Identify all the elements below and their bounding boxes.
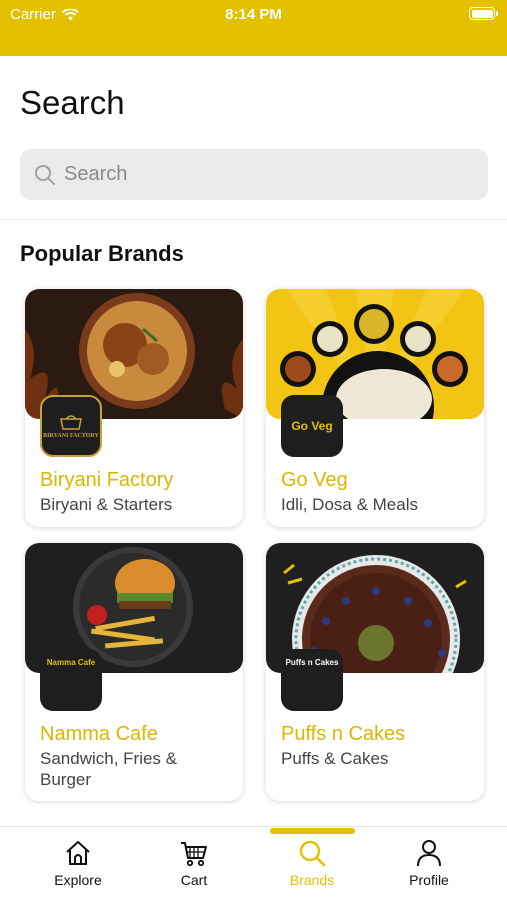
brand-logo-text: BIRYANI FACTORY [43, 433, 99, 439]
search-input[interactable] [64, 163, 464, 186]
status-bar: Carrier 8:14 PM [0, 0, 507, 56]
divider [0, 219, 507, 220]
cart-icon [181, 842, 207, 867]
brand-name: Biryani Factory [40, 469, 174, 491]
search-icon [299, 840, 326, 867]
brand-name: Go Veg [281, 469, 348, 491]
battery-icon [469, 7, 498, 20]
tab-label: Profile [409, 872, 449, 888]
brand-description: Biryani & Starters [40, 495, 173, 514]
brand-name: Namma Cafe [40, 723, 158, 745]
brand-logo: BIRYANI FACTORY [40, 395, 102, 457]
brand-description: Sandwich, Fries & Burger [40, 749, 177, 789]
brand-card-go-veg[interactable]: Go Veg Go Veg Idli, Dosa & Meals [266, 289, 484, 527]
tab-label: Brands [289, 872, 335, 888]
brand-card-puffs-n-cakes[interactable]: Puffs n Cakes Puffs n Cakes Puffs & Cake… [266, 543, 484, 801]
brand-card-namma-cafe[interactable]: Namma Cafe Namma Cafe Sandwich, Fries & … [25, 543, 243, 801]
active-tab-indicator [270, 828, 355, 834]
brand-logo: Puffs n Cakes [281, 649, 343, 711]
tab-cart[interactable]: Cart [149, 838, 239, 894]
section-title-popular-brands: Popular Brands [20, 241, 184, 266]
tab-explore[interactable]: Explore [33, 838, 123, 894]
brand-logo: Namma Cafe [40, 649, 102, 711]
tab-brands[interactable]: Brands [267, 838, 357, 894]
search-bar[interactable] [20, 149, 488, 200]
brand-card-biryani-factory[interactable]: BIRYANI FACTORY Biryani Factory Biryani … [25, 289, 243, 527]
brand-description: Idli, Dosa & Meals [281, 495, 418, 514]
tab-label: Explore [54, 872, 102, 888]
pot-icon [60, 415, 82, 430]
user-icon [417, 840, 441, 867]
tab-label: Cart [180, 872, 208, 888]
status-time: 8:14 PM [225, 6, 282, 23]
tab-profile[interactable]: Profile [384, 838, 474, 894]
brand-description: Puffs & Cakes [281, 749, 389, 768]
brand-name: Puffs n Cakes [281, 723, 406, 745]
home-icon [66, 841, 90, 865]
page-title: Search [20, 84, 125, 121]
search-icon [35, 164, 55, 185]
brand-logo: Go Veg [281, 395, 343, 457]
